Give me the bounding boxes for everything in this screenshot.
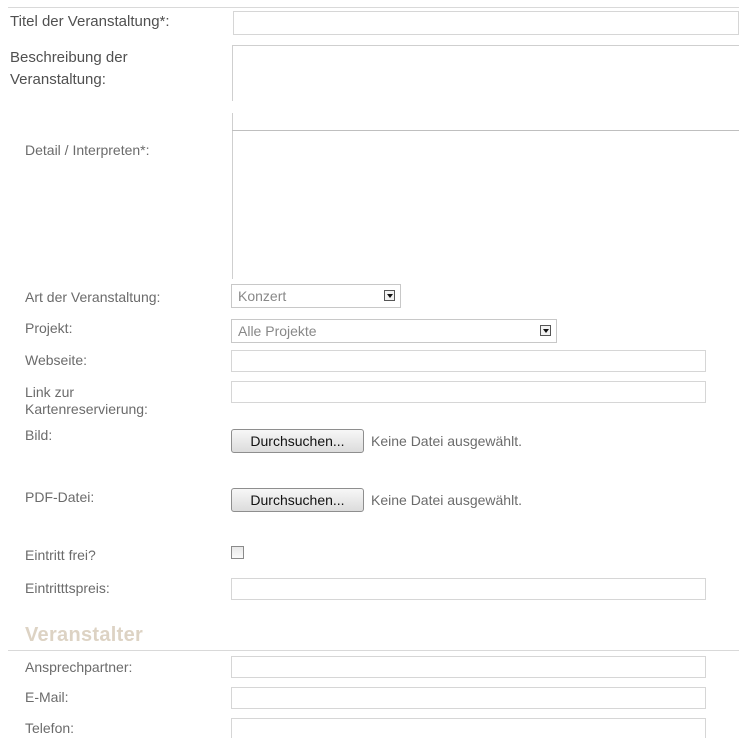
top-divider — [8, 7, 739, 8]
type-select-value: Konzert — [238, 288, 287, 304]
description-textarea-lower[interactable] — [232, 113, 739, 131]
phone-label: Telefon: — [25, 720, 75, 736]
organizer-heading: Veranstalter — [25, 624, 144, 646]
project-select[interactable]: Alle Projekte — [231, 319, 557, 343]
project-label: Projekt: — [25, 320, 73, 336]
website-input[interactable] — [231, 350, 706, 372]
phone-input[interactable] — [231, 718, 706, 738]
organizer-divider — [8, 650, 739, 651]
ticket-link-input[interactable] — [231, 381, 706, 403]
description-label-line1: Beschreibung der — [10, 49, 128, 66]
free-entry-label: Eintritt frei? — [25, 547, 96, 563]
type-select[interactable]: Konzert — [231, 284, 401, 308]
description-textarea[interactable] — [232, 45, 739, 101]
type-label: Art der Veranstaltung: — [25, 289, 161, 305]
contact-input[interactable] — [231, 656, 706, 678]
chevron-down-icon[interactable] — [384, 290, 395, 301]
contact-label: Ansprechpartner: — [25, 659, 133, 675]
pdf-no-file-text: Keine Datei ausgewählt. — [371, 492, 522, 508]
price-label: Eintritttspreis: — [25, 580, 110, 596]
ticket-link-label-line2: Kartenreservierung: — [25, 401, 148, 417]
detail-textarea[interactable] — [232, 131, 739, 279]
website-label: Webseite: — [25, 352, 87, 368]
image-no-file-text: Keine Datei ausgewählt. — [371, 433, 522, 449]
pdf-browse-button[interactable]: Durchsuchen... — [231, 488, 364, 512]
project-select-value: Alle Projekte — [238, 323, 317, 339]
title-input[interactable] — [233, 11, 739, 35]
description-label-line2: Veranstaltung: — [10, 71, 106, 88]
detail-label: Detail / Interpreten*: — [25, 142, 150, 158]
image-label: Bild: — [25, 427, 53, 443]
title-label: Titel der Veranstaltung*: — [10, 13, 170, 30]
chevron-down-icon[interactable] — [540, 325, 551, 336]
image-browse-button[interactable]: Durchsuchen... — [231, 429, 364, 453]
price-input[interactable] — [231, 578, 706, 600]
email-label: E-Mail: — [25, 689, 69, 705]
email-input[interactable] — [231, 687, 706, 709]
free-entry-checkbox[interactable] — [231, 546, 244, 559]
pdf-label: PDF-Datei: — [25, 489, 95, 505]
ticket-link-label-line1: Link zur — [25, 384, 75, 400]
